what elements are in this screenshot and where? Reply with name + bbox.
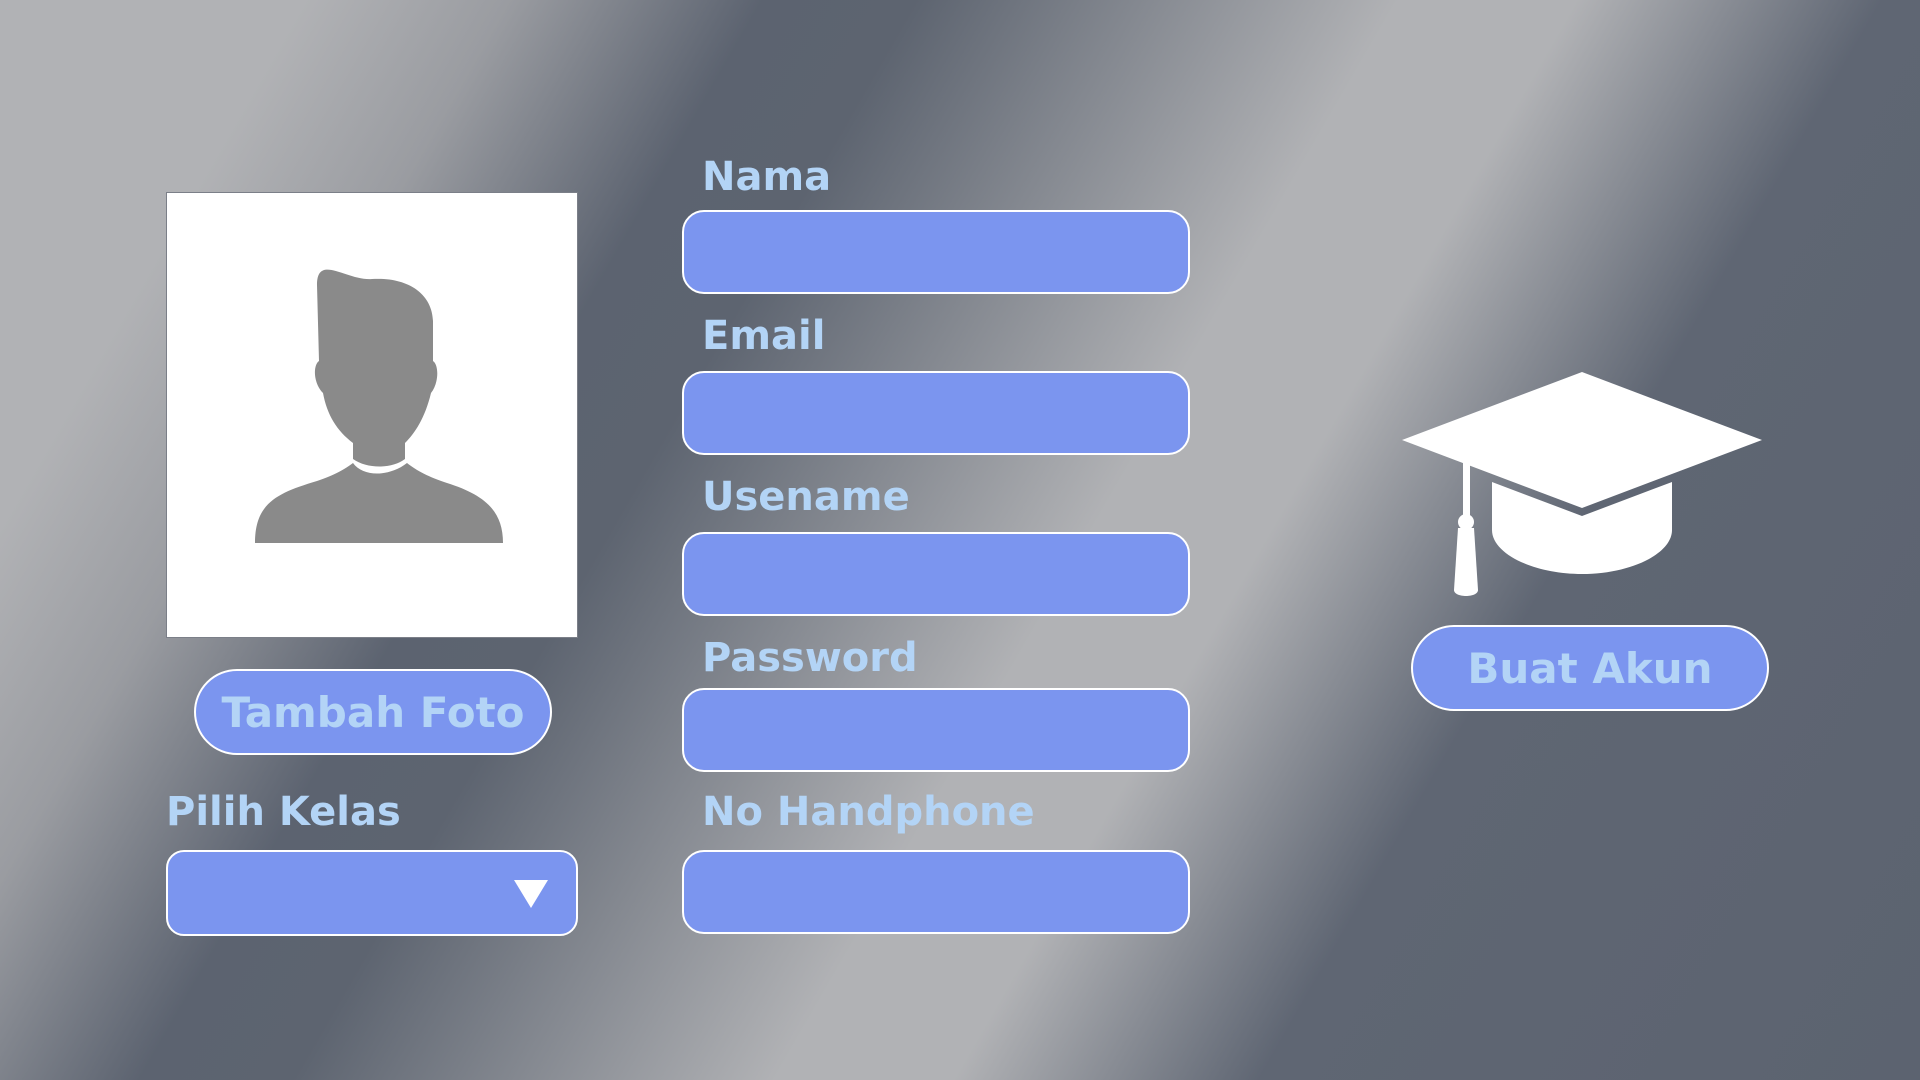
username-label: Usename xyxy=(702,474,910,520)
phone-input[interactable] xyxy=(682,850,1190,934)
email-input[interactable] xyxy=(682,371,1190,455)
graduation-cap-icon xyxy=(1400,370,1764,604)
username-input[interactable] xyxy=(682,532,1190,616)
name-input[interactable] xyxy=(682,210,1190,294)
create-account-button[interactable]: Buat Akun xyxy=(1411,625,1769,711)
profile-photo-frame xyxy=(166,192,578,638)
password-label: Password xyxy=(702,635,918,681)
class-select-label: Pilih Kelas xyxy=(166,789,401,835)
class-select-dropdown[interactable] xyxy=(166,850,578,936)
dropdown-triangle-icon[interactable] xyxy=(514,880,548,908)
user-silhouette-icon xyxy=(255,269,503,543)
name-label: Nama xyxy=(702,154,832,200)
add-photo-button[interactable]: Tambah Foto xyxy=(194,669,552,755)
email-label: Email xyxy=(702,313,826,359)
password-input[interactable] xyxy=(682,688,1190,772)
phone-label: No Handphone xyxy=(702,789,1035,835)
